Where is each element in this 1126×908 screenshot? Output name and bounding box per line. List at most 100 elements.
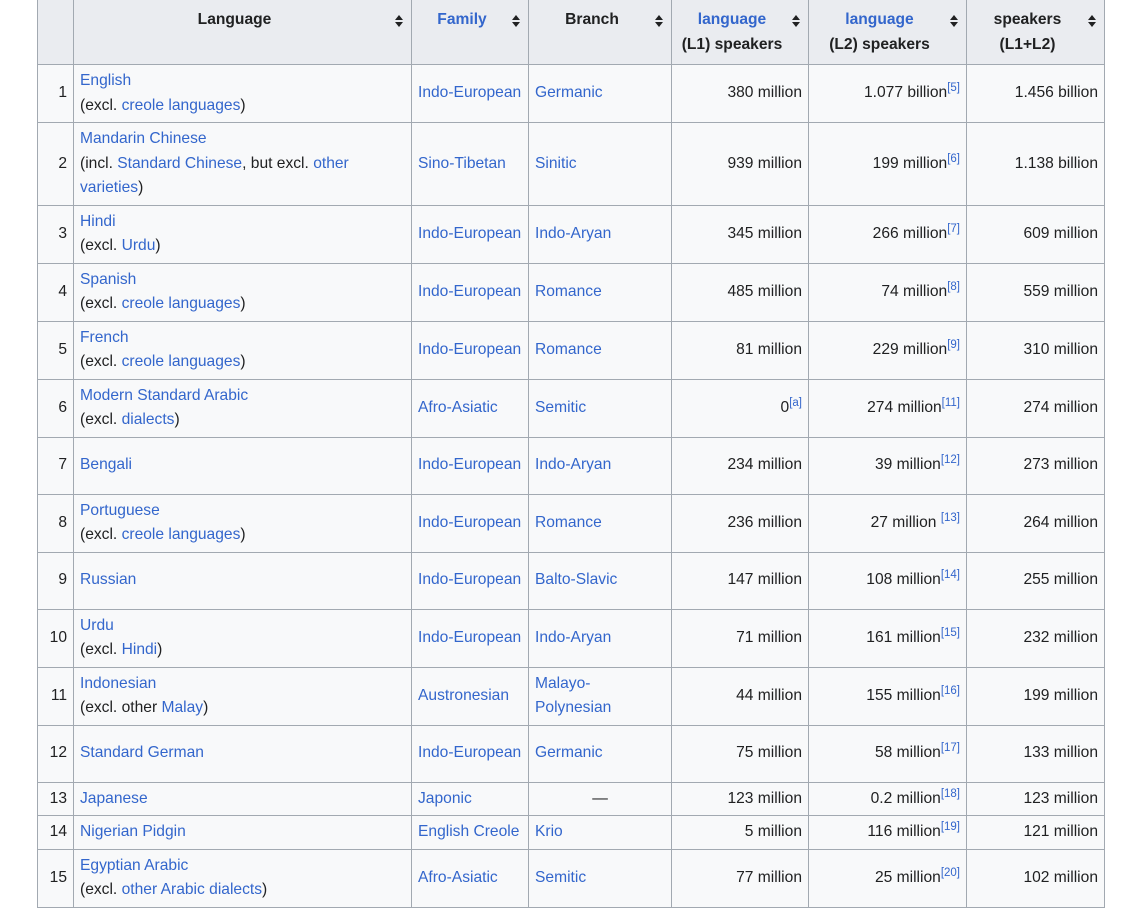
family-link[interactable]: Indo-European <box>418 456 521 473</box>
l2-footnote-link[interactable]: [6] <box>947 152 960 165</box>
family-link[interactable]: Austronesian <box>418 687 509 704</box>
l2-footnote-link[interactable]: [8] <box>947 281 960 293</box>
total-header[interactable]: Total speakers (L1+L2) <box>966 0 1105 65</box>
family-link[interactable]: English Creole <box>418 823 519 840</box>
language-link[interactable]: Hindi <box>80 213 116 230</box>
l2-footnote-link[interactable]: [7] <box>947 223 960 235</box>
table-row: 14 Nigerian Pidgin English Creole Krio 5 mil… <box>37 815 1105 850</box>
branch-link[interactable]: Indo-Aryan <box>535 456 611 473</box>
l2-footnote-link[interactable]: [12] <box>941 454 960 466</box>
branch-link[interactable]: Indo-Aryan <box>535 225 611 242</box>
l2-footnote-link[interactable]: [9] <box>947 339 960 351</box>
sort-arrows-icon[interactable] <box>792 14 801 28</box>
language-link[interactable]: Standard German <box>80 744 204 761</box>
l2-header-link-line1[interactable]: Second <box>815 0 944 8</box>
l2-footnote-link[interactable]: [13] <box>941 512 960 524</box>
l2-footnote-link[interactable]: [11] <box>942 397 960 409</box>
family-link[interactable]: Sino-Tibetan <box>418 155 506 172</box>
note-link[interactable]: Malay <box>161 699 203 716</box>
branch-link[interactable]: Balto-Slavic <box>535 571 617 588</box>
l2-footnote-link[interactable]: [20] <box>941 867 960 879</box>
l2-cell: 266 million[7] <box>808 204 967 264</box>
language-link[interactable]: Portuguese <box>80 502 160 519</box>
l2-value: 108 million <box>866 571 941 589</box>
l2-footnote-link[interactable]: [19] <box>941 821 960 833</box>
l2-footnote-link[interactable]: [16] <box>941 685 960 697</box>
l2-footnote-link[interactable]: [14] <box>941 569 960 581</box>
branch-header[interactable]: Branch <box>528 0 672 65</box>
note-link[interactable]: Urdu <box>122 237 156 254</box>
note-link[interactable]: other Arabic dialects <box>122 881 262 898</box>
branch-link[interactable]: Romance <box>535 341 602 358</box>
l2-header[interactable]: Second language (L2) speakers <box>808 0 967 65</box>
l2-value: 39 million <box>874 456 941 474</box>
note-link[interactable]: Standard Chinese <box>117 155 242 172</box>
family-link[interactable]: Afro-Asiatic <box>418 869 498 886</box>
family-link[interactable]: Afro-Asiatic <box>418 399 498 416</box>
l1-header-link-line1[interactable]: First <box>678 0 786 8</box>
language-link[interactable]: Urdu <box>80 617 114 634</box>
l2-footnote-link[interactable]: [5] <box>947 82 960 94</box>
note-link[interactable]: creole languages <box>122 353 241 370</box>
family-header[interactable]: Family <box>411 0 529 65</box>
l2-cell: 199 million[6] <box>808 122 967 206</box>
family-link[interactable]: Indo-European <box>418 341 521 358</box>
language-link[interactable]: Russian <box>80 571 136 588</box>
branch-link[interactable]: Germanic <box>535 744 603 761</box>
note-link[interactable]: creole languages <box>122 295 241 312</box>
note-link[interactable]: dialects <box>122 411 175 428</box>
l1-header-link-line2[interactable]: language <box>678 8 786 33</box>
branch-link[interactable]: Indo-Aryan <box>535 629 611 646</box>
family-cell: Indo-European <box>411 551 529 610</box>
l2-footnote-link[interactable]: [18] <box>941 787 960 800</box>
sort-arrows-icon[interactable] <box>950 14 959 28</box>
l1-footnote-link[interactable]: [a] <box>789 397 802 409</box>
branch-link[interactable]: Germanic <box>535 84 603 101</box>
language-link[interactable]: Egyptian Arabic <box>80 857 188 874</box>
family-link[interactable]: Indo-European <box>418 283 521 300</box>
language-link[interactable]: Nigerian Pidgin <box>80 823 186 840</box>
family-header-link[interactable]: Family <box>437 11 486 28</box>
branch-link[interactable]: Malayo-Polynesian <box>535 675 611 717</box>
note-link[interactable]: Hindi <box>122 641 158 658</box>
l2-footnote-link[interactable]: [15] <box>941 627 960 639</box>
family-link[interactable]: Indo-European <box>418 744 521 761</box>
family-link[interactable]: Indo-European <box>418 629 521 646</box>
language-link[interactable]: Spanish <box>80 271 136 288</box>
branch-link[interactable]: Semitic <box>535 869 586 886</box>
family-link[interactable]: Indo-European <box>418 571 521 588</box>
l1-cell: 345 million <box>671 204 809 264</box>
sort-arrows-icon[interactable] <box>512 14 521 28</box>
language-link[interactable]: Japanese <box>80 790 148 807</box>
l1-header[interactable]: First language (L1) speakers <box>671 0 809 65</box>
family-link[interactable]: Japonic <box>418 790 472 807</box>
note-link[interactable]: creole languages <box>122 97 241 114</box>
language-link[interactable]: Modern Standard Arabic <box>80 387 248 404</box>
branch-link[interactable]: Krio <box>535 823 563 840</box>
l2-footnote-link[interactable]: [17] <box>941 742 960 754</box>
language-link[interactable]: Mandarin Chinese <box>80 130 207 147</box>
sort-arrows-icon[interactable] <box>1088 14 1097 28</box>
branch-cell: Germanic <box>528 724 672 783</box>
sort-arrows-icon[interactable] <box>655 14 664 28</box>
language-link[interactable]: English <box>80 72 131 89</box>
l1-cell: 123 million <box>671 781 809 816</box>
language-link[interactable]: French <box>80 329 129 346</box>
language-note: (incl. Standard Chinese, but excl. other… <box>80 155 349 197</box>
language-link[interactable]: Bengali <box>80 456 132 473</box>
language-link[interactable]: Indonesian <box>80 675 156 692</box>
language-header[interactable]: Language <box>73 0 412 65</box>
l2-header-link-line2[interactable]: language <box>815 8 944 33</box>
family-link[interactable]: Indo-European <box>418 514 521 531</box>
branch-link[interactable]: Romance <box>535 514 602 531</box>
table-row: 12 Standard German Indo-European Germanic 75… <box>37 724 1105 783</box>
note-link[interactable]: creole languages <box>122 526 241 543</box>
family-link[interactable]: Indo-European <box>418 225 521 242</box>
rank-cell: 13 <box>37 781 74 816</box>
sort-arrows-icon[interactable] <box>395 14 404 28</box>
branch-link[interactable]: Romance <box>535 283 602 300</box>
language-note: (excl. other Malay) <box>80 699 208 716</box>
family-link[interactable]: Indo-European <box>418 84 521 101</box>
branch-link[interactable]: Semitic <box>535 399 586 416</box>
branch-link[interactable]: Sinitic <box>535 155 577 172</box>
